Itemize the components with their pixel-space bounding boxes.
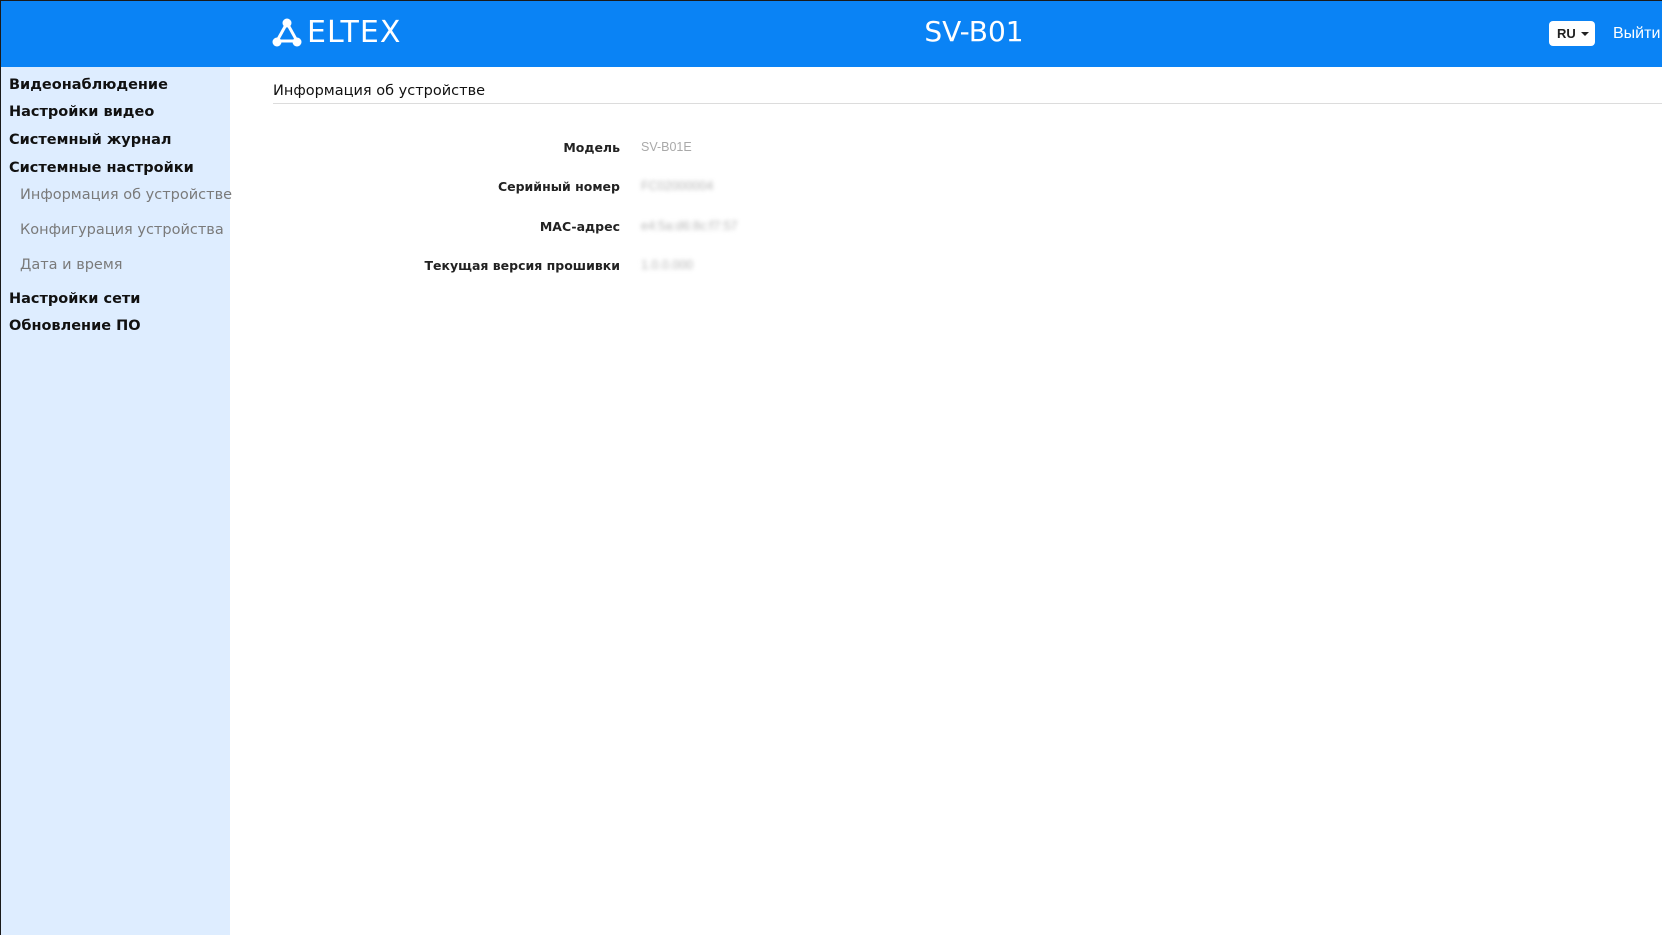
field-value-mac: e4:5a:d6:8c:f7:57 — [641, 219, 738, 233]
page-title: SV-B01 — [924, 15, 1024, 48]
sidebar-item-video-surveillance[interactable]: Видеонаблюдение — [9, 77, 168, 93]
sidebar-item-firmware-update[interactable]: Обновление ПО — [9, 318, 141, 334]
field-label-mac: MAC-адрес — [539, 219, 620, 234]
language-value: RU — [1557, 26, 1576, 41]
field-label-firmware: Текущая версия прошивки — [424, 258, 620, 273]
sidebar-item-system-settings[interactable]: Системные настройки — [9, 160, 194, 176]
top-header: ELTEX SV-B01 RU Выйти — [0, 0, 1662, 67]
field-value-serial: FC02000004 — [641, 179, 714, 193]
section-title: Информация об устройстве — [273, 83, 486, 99]
sidebar-item-system-log[interactable]: Системный журнал — [9, 132, 172, 148]
section-divider — [273, 103, 1662, 104]
sidebar-subitem-device-config[interactable]: Конфигурация устройства — [20, 222, 224, 238]
field-label-serial: Серийный номер — [497, 179, 620, 194]
language-select[interactable]: RU — [1549, 21, 1595, 46]
sidebar-item-network-settings[interactable]: Настройки сети — [9, 291, 140, 307]
field-value-firmware: 1.0.0.000 — [641, 258, 694, 272]
field-label-model: Модель — [563, 140, 620, 155]
sidebar-item-video-settings[interactable]: Настройки видео — [9, 104, 154, 120]
sidebar: Видеонаблюдение Настройки видео Системны… — [0, 67, 232, 935]
field-value-model: SV-B01E — [641, 140, 692, 154]
sidebar-subitem-date-time[interactable]: Дата и время — [20, 257, 123, 273]
chevron-down-icon — [1581, 31, 1589, 36]
logout-link[interactable]: Выйти — [1613, 25, 1660, 43]
